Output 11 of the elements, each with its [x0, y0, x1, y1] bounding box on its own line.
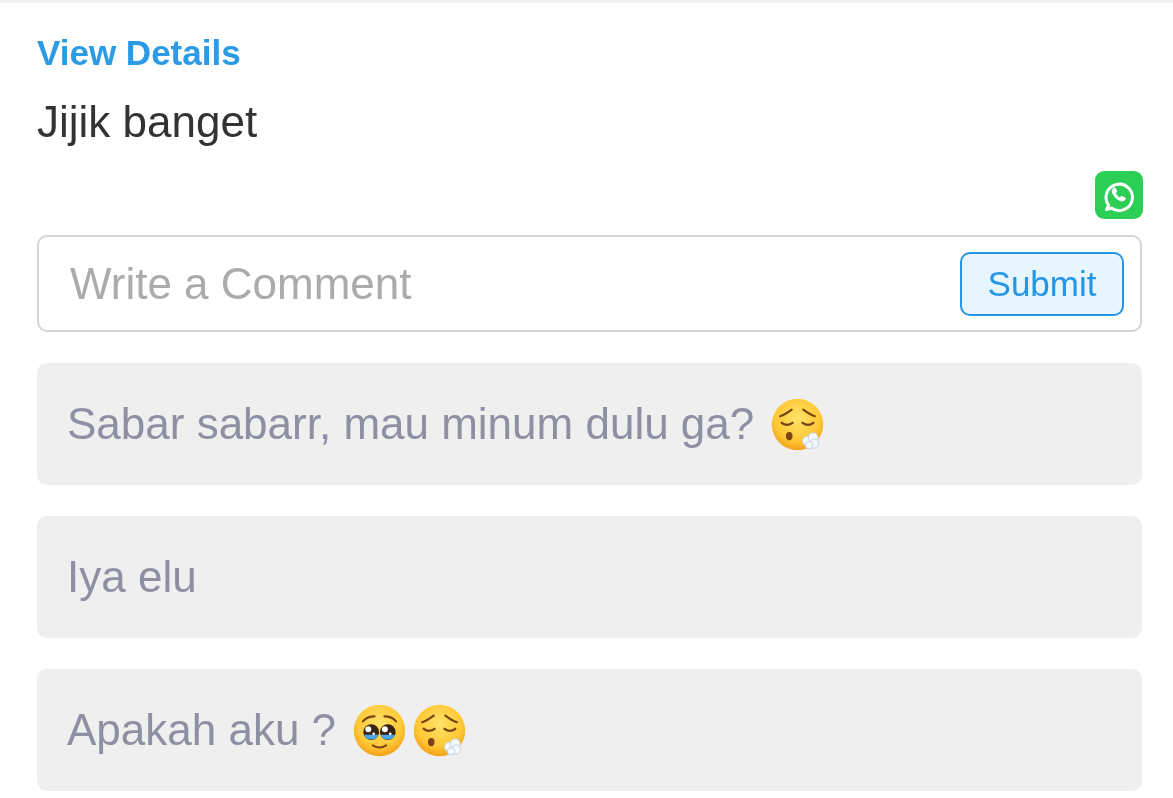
comment-input-field[interactable]: Write a Comment Submit: [37, 235, 1142, 332]
comment-text: Iya elu: [67, 552, 197, 602]
post-text: Jijik banget: [37, 97, 258, 147]
comment-text: Sabar sabarr, mau minum dulu ga?: [67, 399, 755, 449]
exhaling-face-icon: [413, 703, 467, 757]
phone-chat-icon[interactable]: [1095, 171, 1143, 219]
view-details-link[interactable]: View Details: [37, 33, 241, 73]
comment-text: Apakah aku ?: [67, 705, 337, 755]
exhaling-face-icon: [771, 397, 825, 451]
teary-face-icon: [353, 703, 407, 757]
submit-button[interactable]: Submit: [960, 251, 1124, 316]
